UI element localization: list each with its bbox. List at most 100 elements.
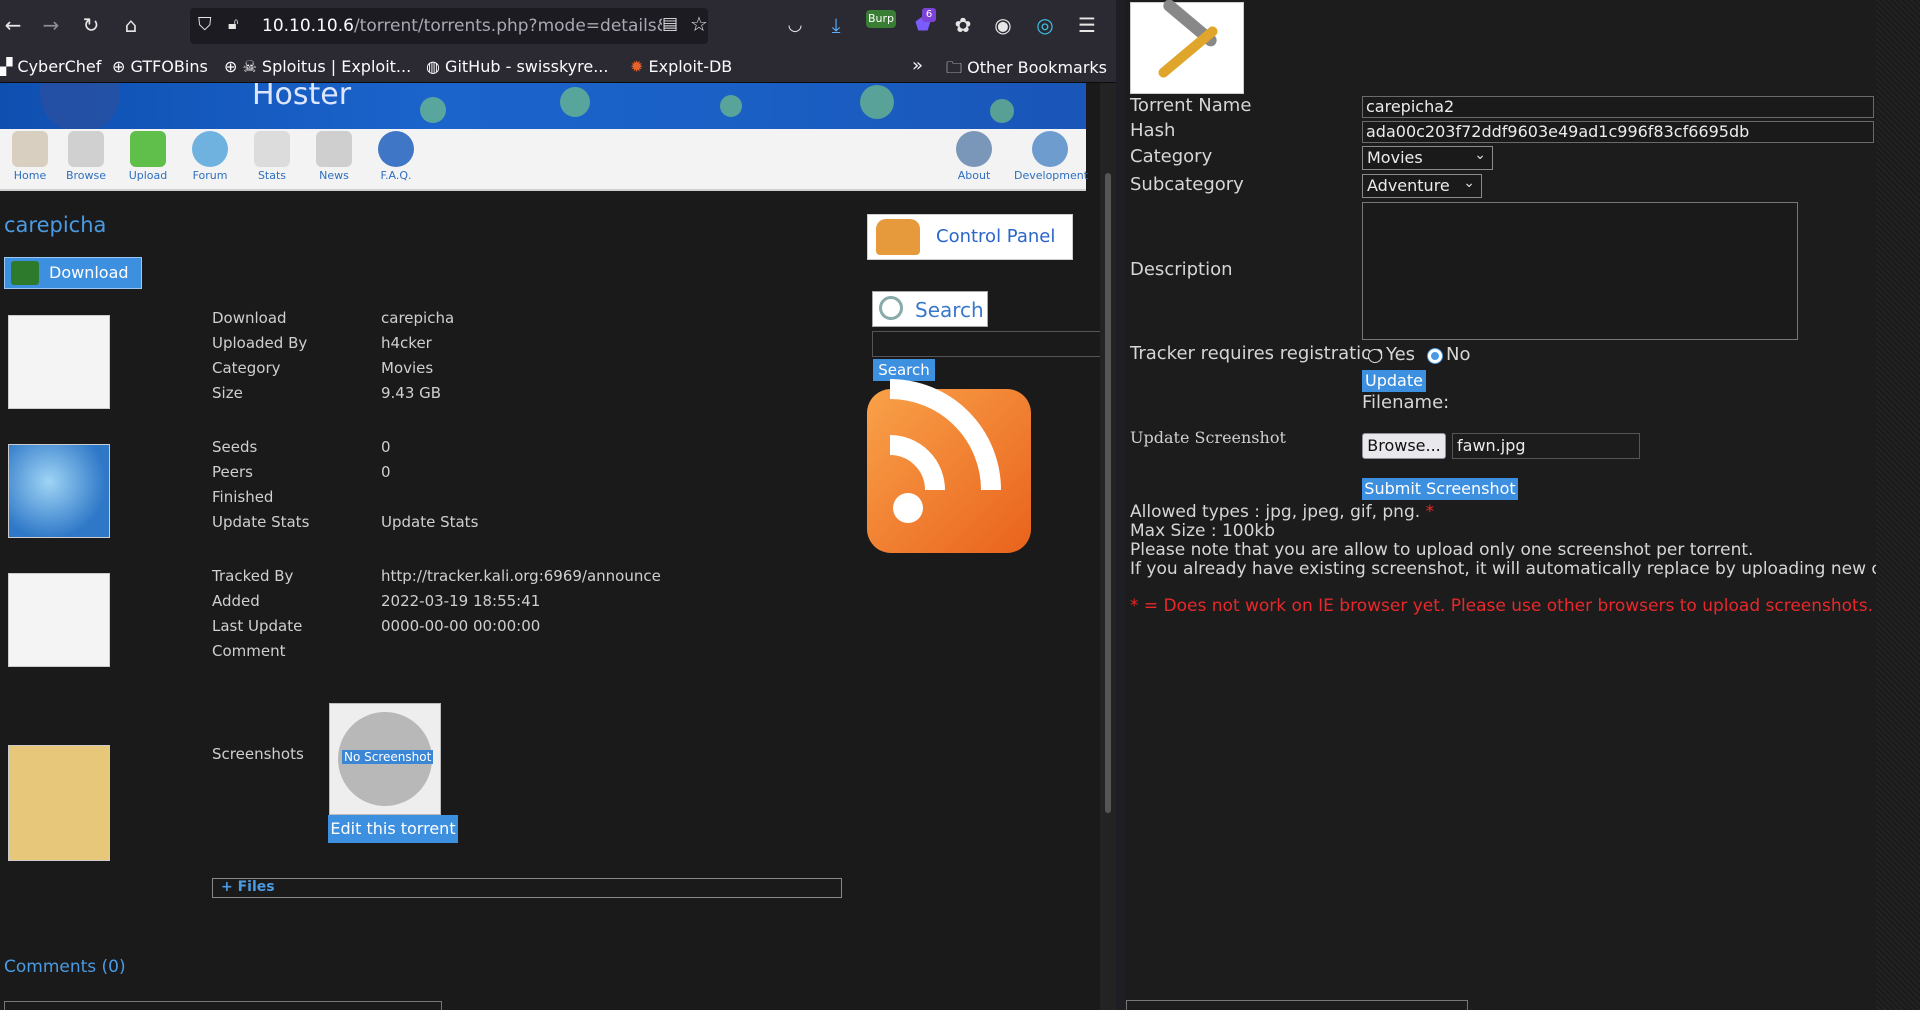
row-value-seeds: 0 [381,438,391,456]
pocket-icon[interactable]: ◡ [782,12,808,38]
nav-stats[interactable]: Stats [242,131,302,182]
back-icon[interactable]: ← [0,12,26,38]
row-label-seeds: Seeds [212,438,258,456]
tracker-yes-label: Yes [1386,344,1416,365]
row-label-uploaded-by: Uploaded By [212,334,308,352]
about-icon [956,131,992,167]
nav-faq[interactable]: F.A.Q. [366,131,426,182]
nav-browse[interactable]: Browse [56,131,116,182]
row-label-added: Added [212,592,260,610]
row-value-added: 2022-03-19 18:55:41 [381,592,541,610]
hash-label: Hash [1130,120,1176,141]
category-select[interactable]: Movies ⌄ [1362,146,1493,170]
folder-icon [8,745,110,861]
files-toggle[interactable]: + Files [212,878,842,898]
reload-icon[interactable]: ↻ [78,12,104,38]
browse-button[interactable]: Browse... [1362,433,1446,459]
nav-upload[interactable]: Upload [118,131,178,182]
download-icon[interactable]: ⤓ [823,12,849,38]
bookmark-gtfobins[interactable]: ⊕ GTFOBins [112,57,208,76]
stats-icon [254,131,290,167]
edit-torrent-window: Torrent Name carepicha2 Hash ada00c203f7… [1126,0,1920,1010]
bookmark-exploitdb[interactable]: ✹ Exploit-DB [630,57,732,76]
torrent-name-label: Torrent Name [1130,95,1252,116]
package-icon [8,315,110,409]
nav-forum[interactable]: Forum [180,131,240,182]
download-icon [11,261,39,285]
bottom-box [1126,1000,1468,1010]
url-text[interactable]: 10.10.10.6/torrent/torrents.php?mode=det… [262,16,662,36]
submit-screenshot-button[interactable]: Submit Screenshot [1362,478,1518,500]
row-value-size: 9.43 GB [381,384,442,402]
row-value-last-update: 0000-00-00 00:00:00 [381,617,541,635]
edit-torrent-button[interactable]: Edit this torrent [328,815,458,843]
no-screenshot-text: No Screenshot [342,750,434,764]
forum-icon [192,131,228,167]
row-value-download[interactable]: carepicha [381,309,454,327]
subcategory-select[interactable]: Adventure ⌄ [1362,174,1482,198]
bookmarks-overflow-icon[interactable]: » [912,55,923,76]
chevron-down-icon: ⌄ [1474,147,1486,163]
menu-icon[interactable]: ☰ [1074,12,1100,38]
screenshots-label: Screenshots [212,745,304,763]
shield-icon[interactable]: ⛉ [198,14,212,35]
extension-badge: 6 [922,8,936,22]
star-icon[interactable]: ☆ [690,12,708,36]
home-icon[interactable]: ⌂ [118,12,144,38]
window-divider [1116,0,1126,1010]
bookmarks-bar: ▞ CyberChef ⊕ GTFOBins ⊕ ☠ Sploitus | Ex… [0,52,1116,83]
search-button[interactable]: Search [873,359,935,381]
nav-development[interactable]: Development [1014,131,1088,182]
row-value-uploaded-by[interactable]: h4cker [381,334,432,352]
bookmark-sploitus[interactable]: ⊕ ☠ Sploitus | Exploit... [224,57,411,76]
reader-icon[interactable]: ▤ [662,14,678,34]
calendar-icon [8,573,110,667]
ie-warning-text: * = Does not work on IE browser yet. Ple… [1130,596,1873,616]
row-label-category: Category [212,359,281,377]
update-screenshot-label: Update Screenshot [1130,428,1286,447]
proxy-icon[interactable]: ◎ [1032,12,1058,38]
search-input[interactable] [872,331,1100,357]
row-label-finished: Finished [212,488,274,506]
control-panel-button[interactable]: Control Panel [867,214,1073,260]
comments-box [4,1001,442,1010]
search-header: Search [872,291,988,327]
nav-news[interactable]: News [304,131,364,182]
globe-icon [8,444,110,538]
browser-window: ← → ↻ ⌂ ⛉ 🔓︎ 10.10.10.6/torrent/torrents… [0,0,1116,1010]
description-textarea[interactable] [1362,202,1798,340]
rss-icon[interactable] [867,379,1031,553]
upload-icon [130,131,166,167]
burp-extension-icon[interactable]: Burp [866,10,896,28]
update-stats-link[interactable]: Update Stats [381,513,478,531]
allowed-types-text: Allowed types : jpg, jpeg, gif, png. * [1130,502,1435,522]
torrent-name-input[interactable]: carepicha2 [1362,96,1874,118]
comments-link[interactable]: Comments (0) [4,957,126,977]
max-size-text: Max Size : 100kb [1130,521,1276,541]
nav-home[interactable]: Home [0,131,60,182]
tracker-no-radio[interactable] [1428,349,1442,363]
no-screenshot-image[interactable]: No Screenshot [329,703,441,815]
cookie-icon[interactable]: ✿ [950,12,976,38]
page-scrollbar[interactable] [1100,83,1116,1010]
download-button[interactable]: Download [4,257,142,289]
update-button[interactable]: Update [1362,370,1426,392]
bookmark-cyberchef[interactable]: ▞ CyberChef [0,57,101,76]
spy-icon[interactable]: ◉ [990,12,1016,38]
tracker-yes-radio[interactable] [1368,349,1382,363]
torrent-title: carepicha [4,213,107,237]
row-value-peers: 0 [381,463,391,481]
tracker-registration-label: Tracker requires registration [1130,343,1384,364]
url-bar[interactable]: ⛉ 🔓︎ 10.10.10.6/torrent/torrents.php?mod… [190,8,708,44]
bookmark-other[interactable]: 🗀︎ Other Bookmarks [946,57,1107,84]
row-label-peers: Peers [212,463,253,481]
selected-file-name: fawn.jpg [1452,433,1640,459]
nav-about[interactable]: About [944,131,1004,182]
lock-icon[interactable]: 🔓︎ [228,14,238,34]
bookmark-github[interactable]: ◍ GitHub - swisskyre... [426,57,608,76]
forward-icon[interactable]: → [38,12,64,38]
browser-toolbar: ← → ↻ ⌂ ⛉ 🔓︎ 10.10.10.6/torrent/torrents… [0,0,1116,52]
hash-input[interactable]: ada00c203f72ddf9603e49ad1c996f83cf6695db [1362,121,1874,143]
filename-label: Filename: [1362,392,1450,413]
category-label: Category [1130,146,1213,167]
